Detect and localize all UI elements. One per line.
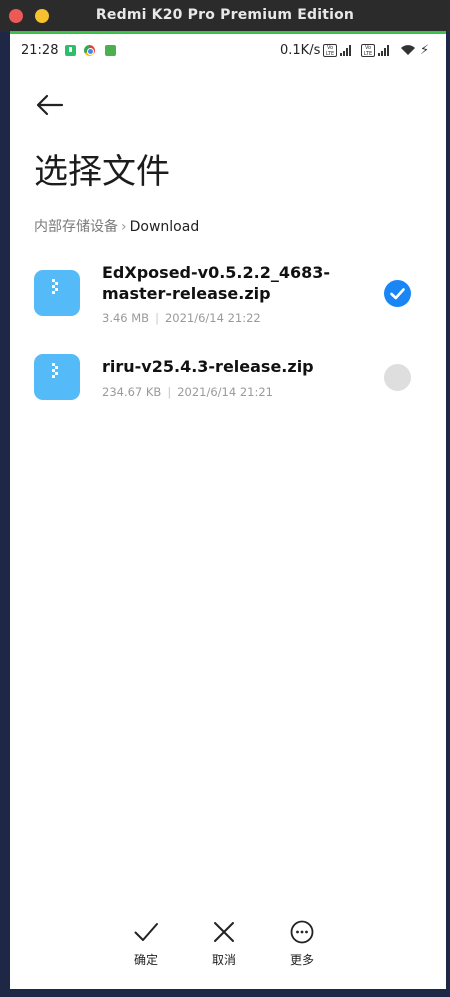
zip-file-icon: [34, 354, 80, 400]
confirm-label: 确定: [133, 953, 158, 967]
file-name: riru-v25.4.3-release.zip: [102, 357, 314, 376]
zip-file-icon: [34, 270, 80, 316]
download-notification-icon: [65, 45, 76, 56]
file-date: 2021/6/14 21:21: [177, 385, 273, 399]
file-list-item[interactable]: EdXposed-v0.5.2.2_4683-master-release.zi…: [10, 260, 446, 336]
file-name: EdXposed-v0.5.2.2_4683-master-release.zi…: [102, 263, 330, 303]
window-titlebar: Redmi K20 Pro Premium Edition: [0, 0, 450, 32]
phone-screen: 21:28 0.1K/s Vo LTE Vo LTE ⚡ 选择文件 内部存储设备…: [10, 34, 446, 989]
status-time: 21:28: [21, 43, 59, 58]
volte-icon-2: Vo LTE: [361, 44, 375, 57]
file-size: 3.46 MB: [102, 311, 150, 325]
breadcrumb-current: Download: [129, 219, 200, 235]
selected-check-icon[interactable]: [384, 280, 411, 307]
file-meta: 234.67 KB | 2021/6/14 21:21: [102, 385, 273, 399]
file-date: 2021/6/14 21:22: [164, 311, 261, 325]
network-speed: 0.1K/s: [280, 43, 321, 58]
back-arrow-icon[interactable]: [34, 90, 66, 120]
volte-icon: Vo LTE: [323, 44, 337, 57]
wifi-icon: [401, 45, 415, 55]
close-icon: [214, 922, 234, 942]
status-bar: 21:28 0.1K/s Vo LTE Vo LTE ⚡: [10, 34, 446, 68]
file-size: 234.67 KB: [102, 385, 162, 399]
meta-separator: |: [155, 311, 159, 325]
charging-icon: ⚡: [420, 43, 430, 58]
bottom-action-bar: 确定 取消 更多: [10, 919, 446, 979]
unselected-radio-icon[interactable]: [384, 364, 411, 391]
more-icon: [290, 920, 314, 944]
more-button[interactable]: 更多: [277, 919, 327, 968]
app-notification-icon: [105, 45, 116, 56]
signal-bars-icon: [340, 45, 352, 56]
signal-bars-icon-2: [378, 45, 390, 56]
chrome-notification-icon: [84, 45, 95, 56]
meta-separator: |: [167, 385, 172, 399]
more-label: 更多: [289, 953, 314, 967]
file-meta: 3.46 MB | 2021/6/14 21:22: [102, 311, 261, 325]
file-list-item[interactable]: riru-v25.4.3-release.zip 234.67 KB | 2021/…: [10, 354, 446, 404]
page-title: 选择文件: [34, 152, 170, 192]
confirm-button[interactable]: 确定: [121, 919, 171, 968]
cancel-label: 取消: [211, 953, 236, 967]
breadcrumb-separator-icon: ›: [121, 219, 127, 235]
emulator-window: Redmi K20 Pro Premium Edition 21:28 0.1K…: [0, 0, 450, 997]
breadcrumb-root[interactable]: 内部存储设备: [34, 219, 118, 235]
check-icon: [134, 923, 158, 941]
breadcrumb: 内部存储设备 › Download: [34, 216, 199, 236]
cancel-button[interactable]: 取消: [199, 919, 249, 968]
window-title: Redmi K20 Pro Premium Edition: [95, 7, 355, 23]
